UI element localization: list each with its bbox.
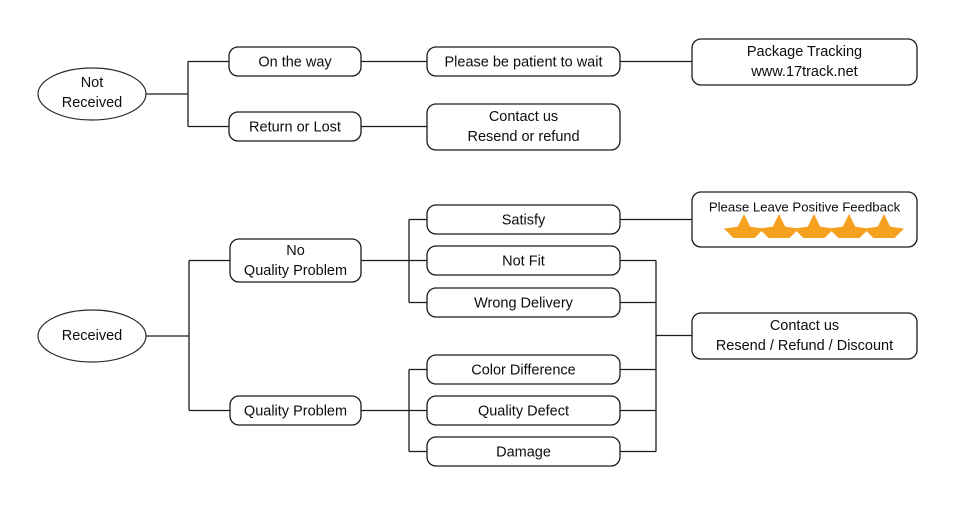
please-be-patient-label: Please be patient to wait xyxy=(445,54,603,70)
contact-us-resend-refund-label-line2: Resend or refund xyxy=(467,129,579,145)
feedback-box-bottom-edge xyxy=(691,237,918,248)
node-please-be-patient[interactable]: Please be patient to wait xyxy=(426,46,621,77)
node-contact-us-resend-refund[interactable]: Contact us Resend or refund xyxy=(426,103,621,151)
package-tracking-label-line2: www.17track.net xyxy=(750,64,857,80)
color-difference-label: Color Difference xyxy=(471,362,576,378)
node-return-or-lost[interactable]: Return or Lost xyxy=(228,111,362,142)
contact-us-discount-label-line1: Contact us xyxy=(770,318,839,334)
contact-us-discount-label-line2: Resend / Refund / Discount xyxy=(716,338,893,354)
node-positive-feedback[interactable]: Please Leave Positive Feedback xyxy=(691,191,918,259)
not-received-label-line2: Received xyxy=(62,95,122,111)
not-fit-label: Not Fit xyxy=(502,253,545,269)
feedback-box-bottom-mask xyxy=(692,247,917,259)
node-contact-us-discount[interactable]: Contact us Resend / Refund / Discount xyxy=(691,312,918,360)
node-quality-problem[interactable]: Quality Problem xyxy=(229,395,362,426)
node-satisfy[interactable]: Satisfy xyxy=(426,204,621,235)
no-quality-problem-label-line1: No xyxy=(286,243,305,259)
no-quality-problem-label-line2: Quality Problem xyxy=(244,263,347,279)
node-not-received[interactable]: Not Received xyxy=(37,67,147,121)
damage-label: Damage xyxy=(496,444,551,460)
quality-problem-label: Quality Problem xyxy=(244,403,347,419)
node-quality-defect[interactable]: Quality Defect xyxy=(426,395,621,426)
node-package-tracking[interactable]: Package Tracking www.17track.net xyxy=(691,38,918,86)
flowchart-canvas: Not Received On the way Please be patien… xyxy=(0,0,960,513)
package-tracking-label-line1: Package Tracking xyxy=(747,44,862,60)
received-label: Received xyxy=(62,328,122,344)
positive-feedback-label: Please Leave Positive Feedback xyxy=(709,199,901,214)
not-received-label-line1: Not xyxy=(81,75,104,91)
wrong-delivery-label: Wrong Delivery xyxy=(474,295,574,311)
node-damage[interactable]: Damage xyxy=(426,436,621,467)
on-the-way-label: On the way xyxy=(258,54,332,70)
node-received[interactable]: Received xyxy=(37,309,147,363)
quality-defect-label: Quality Defect xyxy=(478,403,569,419)
node-no-quality-problem[interactable]: No Quality Problem xyxy=(229,238,362,283)
satisfy-label: Satisfy xyxy=(502,212,546,228)
node-color-difference[interactable]: Color Difference xyxy=(426,354,621,385)
node-on-the-way[interactable]: On the way xyxy=(228,46,362,77)
node-not-fit[interactable]: Not Fit xyxy=(426,245,621,276)
node-wrong-delivery[interactable]: Wrong Delivery xyxy=(426,287,621,318)
contact-us-resend-refund-label-line1: Contact us xyxy=(489,109,558,125)
return-or-lost-label: Return or Lost xyxy=(249,119,341,135)
flowchart-svg: Not Received On the way Please be patien… xyxy=(37,38,918,467)
